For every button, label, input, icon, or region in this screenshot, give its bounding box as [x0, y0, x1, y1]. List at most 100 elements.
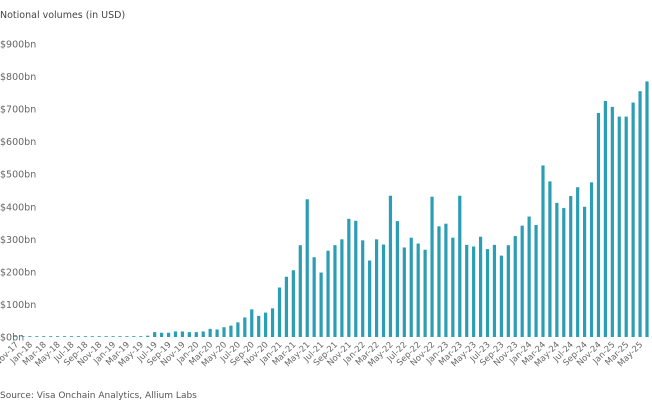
bar — [520, 225, 524, 337]
bar — [347, 218, 351, 337]
bar — [215, 329, 219, 337]
y-tick-label: $400bn — [0, 202, 36, 213]
y-tick-label: $700bn — [0, 105, 36, 116]
bar — [333, 245, 337, 337]
bar — [298, 245, 302, 337]
bar — [42, 336, 46, 337]
bar — [368, 260, 372, 337]
bar — [562, 208, 566, 337]
bar — [49, 336, 53, 337]
bar — [576, 187, 580, 337]
bar — [437, 226, 441, 337]
bar — [166, 332, 171, 337]
bar — [208, 328, 212, 337]
bar — [402, 247, 406, 337]
bar — [104, 336, 108, 337]
bar — [361, 240, 365, 337]
bar — [472, 246, 476, 337]
bar — [236, 322, 240, 337]
bar — [153, 332, 157, 337]
bar — [56, 336, 60, 337]
bar — [173, 331, 178, 337]
bar — [451, 237, 455, 337]
bar — [264, 312, 268, 337]
bar — [69, 336, 74, 337]
bar — [617, 116, 621, 337]
bar — [485, 249, 490, 337]
bar — [596, 113, 601, 337]
bar — [14, 336, 18, 337]
bar — [250, 309, 254, 337]
bar — [243, 317, 247, 337]
y-tick-label: $100bn — [0, 300, 36, 311]
y-tick-label: $900bn — [0, 40, 36, 51]
bar — [548, 181, 552, 337]
bar — [270, 308, 275, 337]
bar — [569, 196, 573, 337]
bar — [180, 331, 185, 337]
bar — [326, 250, 330, 337]
bar — [534, 225, 538, 337]
bar — [458, 195, 462, 337]
bar — [187, 332, 191, 337]
bar — [631, 102, 635, 337]
y-tick-label: $300bn — [0, 235, 36, 246]
bar — [277, 287, 282, 337]
bar — [395, 221, 399, 337]
bar — [388, 195, 393, 337]
bar — [444, 223, 448, 337]
bar — [291, 270, 295, 337]
bar — [492, 244, 497, 337]
bar — [229, 325, 233, 337]
bar — [541, 165, 545, 337]
bar-chart: $0bn$100bn$200bn$300bn$400bn$500bn$600bn… — [0, 40, 649, 369]
bar — [257, 315, 261, 337]
bar — [194, 332, 198, 337]
bar — [35, 336, 39, 337]
y-tick-label: $800bn — [0, 72, 36, 83]
bar — [118, 336, 122, 337]
bar — [381, 244, 386, 337]
bar — [478, 236, 483, 337]
bar — [624, 116, 628, 337]
bar — [430, 196, 434, 337]
bar — [160, 332, 164, 337]
bar — [409, 237, 413, 337]
bar — [610, 106, 614, 338]
bar — [139, 336, 143, 337]
bar — [513, 236, 517, 337]
bar — [83, 336, 87, 337]
y-tick-label: $500bn — [0, 170, 36, 181]
bar — [506, 245, 510, 337]
bar — [319, 272, 323, 337]
bar — [222, 327, 226, 337]
bar — [284, 276, 289, 337]
y-tick-label: $200bn — [0, 267, 36, 278]
bar — [603, 100, 607, 337]
bar — [645, 81, 649, 337]
bar — [62, 336, 67, 337]
bar — [76, 336, 81, 337]
bar — [132, 336, 136, 337]
bar — [201, 331, 205, 337]
bar — [499, 255, 503, 337]
bar — [305, 199, 309, 337]
chart-source: Source: Visa Onchain Analytics, Allium L… — [0, 391, 197, 401]
bar — [111, 336, 115, 337]
bar — [312, 257, 316, 337]
bar — [465, 244, 469, 337]
bar — [340, 239, 344, 337]
bar — [374, 239, 379, 337]
bar — [21, 336, 25, 337]
bar — [423, 249, 427, 337]
bar — [125, 336, 129, 337]
bar — [354, 220, 358, 337]
bar — [527, 216, 531, 337]
bar — [28, 336, 32, 337]
bar — [589, 182, 594, 337]
bar — [555, 202, 559, 337]
bar — [638, 91, 642, 337]
bar — [416, 243, 420, 337]
bar — [582, 206, 587, 337]
bar — [97, 336, 101, 337]
